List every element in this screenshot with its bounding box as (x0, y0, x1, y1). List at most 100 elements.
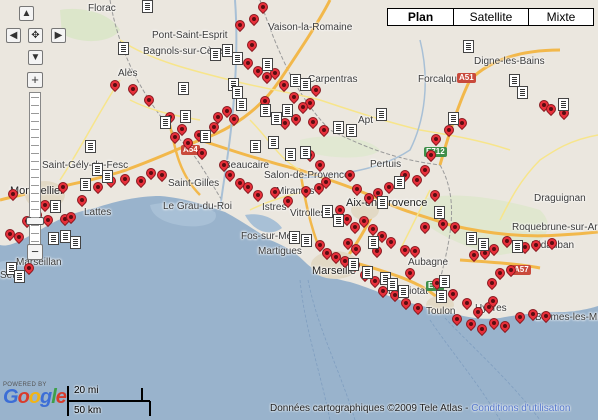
building-icon[interactable] (289, 231, 300, 244)
map-marker-pin-icon[interactable] (497, 318, 513, 335)
map-marker-pin-icon[interactable] (407, 243, 423, 260)
building-icon[interactable] (368, 236, 379, 249)
map-marker-pin-icon[interactable] (21, 260, 37, 277)
map-marker-pin-icon[interactable] (449, 311, 465, 328)
building-icon[interactable] (387, 278, 398, 291)
map-marker-pin-icon[interactable] (435, 216, 451, 233)
map-marker-pin-icon[interactable] (143, 165, 159, 182)
map-marker-pin-icon[interactable] (226, 111, 242, 128)
map-marker-pin-icon[interactable] (459, 295, 475, 312)
map-marker-pin-icon[interactable] (222, 167, 238, 184)
building-icon[interactable] (271, 112, 282, 125)
map-marker-pin-icon[interactable] (2, 226, 18, 243)
building-icon[interactable] (517, 86, 528, 99)
building-icon[interactable] (300, 78, 311, 91)
building-icon[interactable] (377, 196, 388, 209)
map-marker-pin-icon[interactable] (499, 233, 515, 250)
map-marker-pin-icon[interactable] (117, 171, 133, 188)
map-marker-pin-icon[interactable] (74, 192, 90, 209)
map-marker-pin-icon[interactable] (463, 316, 479, 333)
zoom-slider-thumb[interactable] (26, 217, 44, 225)
building-icon[interactable] (160, 116, 171, 129)
building-icon[interactable] (362, 266, 373, 279)
building-icon[interactable] (322, 205, 333, 218)
map-marker-pin-icon[interactable] (441, 122, 457, 139)
map-marker-pin-icon[interactable] (466, 247, 482, 264)
building-icon[interactable] (478, 238, 489, 251)
building-icon[interactable] (398, 285, 409, 298)
map-marker-pin-icon[interactable] (141, 92, 157, 109)
map-marker-pin-icon[interactable] (107, 77, 123, 94)
map-marker-pin-icon[interactable] (232, 17, 248, 34)
building-icon[interactable] (282, 104, 293, 117)
map-marker-pin-icon[interactable] (316, 122, 332, 139)
building-icon[interactable] (439, 275, 450, 288)
zoom-in-button[interactable]: + (27, 72, 43, 88)
building-icon[interactable] (448, 112, 459, 125)
map-marker-pin-icon[interactable] (63, 209, 79, 226)
map-type-satellite-button[interactable]: Satellite (454, 8, 529, 26)
map-marker-pin-icon[interactable] (417, 162, 433, 179)
map-marker-pin-icon[interactable] (342, 167, 358, 184)
map-marker-pin-icon[interactable] (428, 131, 444, 148)
building-icon[interactable] (262, 58, 273, 71)
building-icon[interactable] (180, 110, 191, 123)
pan-down-icon[interactable]: ▼ (28, 50, 43, 65)
map-marker-pin-icon[interactable] (154, 167, 170, 184)
map-marker-pin-icon[interactable] (55, 179, 71, 196)
map-marker-pin-icon[interactable] (276, 77, 292, 94)
map-marker-pin-icon[interactable] (267, 184, 283, 201)
map-marker-pin-icon[interactable] (383, 234, 399, 251)
map-marker-pin-icon[interactable] (318, 174, 334, 191)
building-icon[interactable] (285, 148, 296, 161)
map-marker-pin-icon[interactable] (246, 11, 262, 28)
map-marker-pin-icon[interactable] (305, 114, 321, 131)
building-icon[interactable] (436, 290, 447, 303)
building-icon[interactable] (14, 270, 25, 283)
map-marker-pin-icon[interactable] (503, 262, 519, 279)
map-marker-pin-icon[interactable] (512, 309, 528, 326)
google-logo[interactable]: POWERED BY Google (3, 382, 67, 407)
map-marker-pin-icon[interactable] (255, 0, 271, 16)
building-icon[interactable] (333, 214, 344, 227)
map-marker-pin-icon[interactable] (5, 186, 21, 203)
map-marker-pin-icon[interactable] (180, 135, 196, 152)
map-canvas[interactable]: Florac Pont-Saint-Esprit Bagnols-sur-Cèze V… (0, 0, 598, 420)
building-icon[interactable] (333, 121, 344, 134)
building-icon[interactable] (250, 140, 261, 153)
map-marker-pin-icon[interactable] (485, 293, 501, 310)
building-icon[interactable] (48, 232, 59, 245)
map-marker-pin-icon[interactable] (447, 219, 463, 236)
building-icon[interactable] (434, 206, 445, 219)
map-marker-pin-icon[interactable] (298, 183, 314, 200)
map-marker-pin-icon[interactable] (525, 306, 541, 323)
map-marker-pin-icon[interactable] (349, 181, 365, 198)
map-marker-pin-icon[interactable] (492, 265, 508, 282)
map-marker-pin-icon[interactable] (544, 235, 560, 252)
map-marker-pin-icon[interactable] (240, 55, 256, 72)
map-marker-pin-icon[interactable] (381, 179, 397, 196)
building-icon[interactable] (348, 258, 359, 271)
map-marker-pin-icon[interactable] (538, 308, 554, 325)
building-icon[interactable] (50, 200, 61, 213)
map-marker-pin-icon[interactable] (90, 179, 106, 196)
building-icon[interactable] (394, 176, 405, 189)
map-marker-pin-icon[interactable] (397, 242, 413, 259)
building-icon[interactable] (463, 40, 474, 53)
building-icon[interactable] (466, 232, 477, 245)
building-icon[interactable] (178, 82, 189, 95)
map-marker-pin-icon[interactable] (295, 99, 311, 116)
map-marker-pin-icon[interactable] (40, 212, 56, 229)
building-icon[interactable] (118, 42, 129, 55)
map-marker-pin-icon[interactable] (167, 129, 183, 146)
zoom-slider-track[interactable] (26, 92, 44, 250)
building-icon[interactable] (200, 130, 211, 143)
map-marker-pin-icon[interactable] (402, 265, 418, 282)
building-icon[interactable] (301, 234, 312, 247)
building-icon[interactable] (142, 0, 153, 13)
map-marker-pin-icon[interactable] (244, 37, 260, 54)
map-marker-pin-icon[interactable] (210, 109, 226, 126)
building-icon[interactable] (268, 136, 279, 149)
map-marker-pin-icon[interactable] (410, 300, 426, 317)
pan-left-icon[interactable]: ◀ (6, 28, 21, 43)
